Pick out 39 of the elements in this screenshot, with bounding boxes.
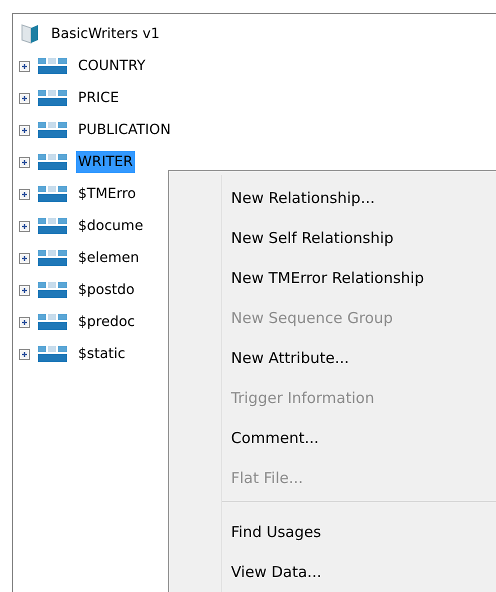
expand-icon[interactable] [19, 156, 30, 168]
tree-item[interactable]: $predoc [76, 311, 138, 333]
entity-icon [38, 281, 68, 299]
tree-item[interactable]: PRICE [76, 87, 121, 109]
expand-icon[interactable] [19, 284, 30, 296]
tree-item[interactable]: $docume [76, 215, 146, 237]
entity-icon [38, 185, 68, 203]
tree-item[interactable]: WRITER [76, 151, 135, 173]
menu-item[interactable]: New Self Relationship [169, 218, 496, 258]
tree-item[interactable]: PUBLICATION [76, 119, 173, 141]
entity-icon [38, 217, 68, 235]
tree-item[interactable]: COUNTRY [76, 55, 148, 77]
entity-icon [38, 153, 68, 171]
expand-icon[interactable] [19, 124, 30, 136]
entity-icon [38, 121, 68, 139]
expand-icon[interactable] [19, 92, 30, 104]
expand-icon[interactable] [19, 316, 30, 328]
menu-item[interactable]: New TMError Relationship [169, 258, 496, 298]
entity-icon [38, 313, 68, 331]
menu-item[interactable]: View Data... [169, 552, 496, 592]
entity-icon [38, 249, 68, 267]
expand-icon[interactable] [19, 220, 30, 232]
menu-item[interactable]: Comment... [169, 418, 496, 458]
book-icon [19, 23, 41, 45]
expand-icon[interactable] [19, 188, 30, 200]
expand-icon[interactable] [19, 348, 30, 360]
tree-item[interactable]: $TMErro [76, 183, 138, 205]
menu-item[interactable]: New Attribute... [169, 338, 496, 378]
menu-item[interactable]: Find Usages [169, 512, 496, 552]
tree-item[interactable]: $postdo [76, 279, 137, 301]
expand-icon[interactable] [19, 252, 30, 264]
menu-item[interactable]: New Relationship... [169, 178, 496, 218]
entity-icon [38, 345, 68, 363]
tree-item[interactable]: $static [76, 343, 128, 365]
entity-icon [38, 57, 68, 75]
entity-icon [38, 89, 68, 107]
tree-root-label[interactable]: BasicWriters v1 [49, 23, 162, 45]
expand-icon[interactable] [19, 60, 30, 72]
tree-item[interactable]: $elemen [76, 247, 142, 269]
